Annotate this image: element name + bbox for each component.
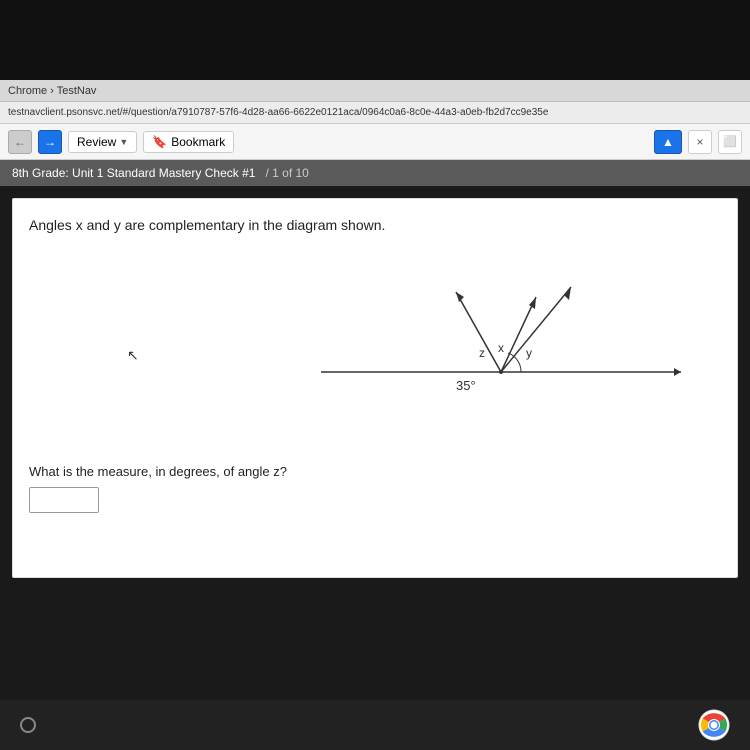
y-ray <box>501 287 571 372</box>
chevron-down-icon: ▼ <box>119 137 128 147</box>
toolbar: ← → Review ▼ 🔖 Bookmark ▲ × ⬜ <box>0 124 750 160</box>
bookmark-button[interactable]: 🔖 Bookmark <box>143 131 234 153</box>
answer-input[interactable] <box>29 487 99 513</box>
grade-bar: 8th Grade: Unit 1 Standard Mastery Check… <box>0 160 750 186</box>
chrome-center-ring <box>711 722 718 729</box>
y-label: y <box>526 346 532 360</box>
review-label: Review <box>77 135 116 149</box>
close-icon: × <box>696 135 703 149</box>
back-button[interactable]: ← <box>8 130 32 154</box>
diagram-area: ↖ z x y <box>29 252 721 452</box>
question-text: Angles x and y are complementary in the … <box>29 215 721 236</box>
close-tool-button[interactable]: × <box>688 130 712 154</box>
angle-diagram: z x y 35° <box>301 262 701 442</box>
address-text: testnavclient.psonsvc.net/#/question/a79… <box>8 107 548 118</box>
review-button[interactable]: Review ▼ <box>68 131 137 153</box>
question-content: Angles x and y are complementary in the … <box>12 198 738 578</box>
bookmark-label: Bookmark <box>171 135 225 149</box>
cursor-icon: ▲ <box>662 135 674 149</box>
right-arrow <box>674 368 681 376</box>
top-bezel <box>0 0 750 80</box>
forward-button[interactable]: → <box>38 130 62 154</box>
address-bar: testnavclient.psonsvc.net/#/question/a79… <box>0 102 750 124</box>
bookmark-icon: 🔖 <box>152 135 167 149</box>
browser-tab-label: Chrome › TestNav <box>8 85 96 97</box>
square-tool-button[interactable]: ⬜ <box>718 130 742 154</box>
back-icon: ← <box>14 135 26 149</box>
progress-indicator: / 1 of 10 <box>265 166 308 180</box>
z-ray <box>456 292 501 372</box>
z-ray-arrow <box>456 292 464 302</box>
forward-icon: → <box>44 135 56 149</box>
browser-tab-bar: Chrome › TestNav <box>0 80 750 102</box>
square-icon: ⬜ <box>723 135 737 148</box>
cursor-pointer: ↖ <box>127 347 139 364</box>
taskbar <box>0 700 750 750</box>
x-ray <box>501 297 536 372</box>
cursor-tool-button[interactable]: ▲ <box>654 130 682 154</box>
sub-question-text: What is the measure, in degrees, of angl… <box>29 464 721 479</box>
browser-window: Chrome › TestNav testnavclient.psonsvc.n… <box>0 80 750 660</box>
power-button[interactable] <box>20 717 36 733</box>
x-label-diagram: x <box>498 341 504 355</box>
grade-title: 8th Grade: Unit 1 Standard Mastery Check… <box>12 166 255 180</box>
x-ray-arrow <box>529 297 536 309</box>
answer-section: What is the measure, in degrees, of angl… <box>29 464 721 513</box>
z-label: z <box>479 346 485 360</box>
chrome-icon[interactable] <box>698 709 730 741</box>
angle-measure-label: 35° <box>456 378 476 393</box>
